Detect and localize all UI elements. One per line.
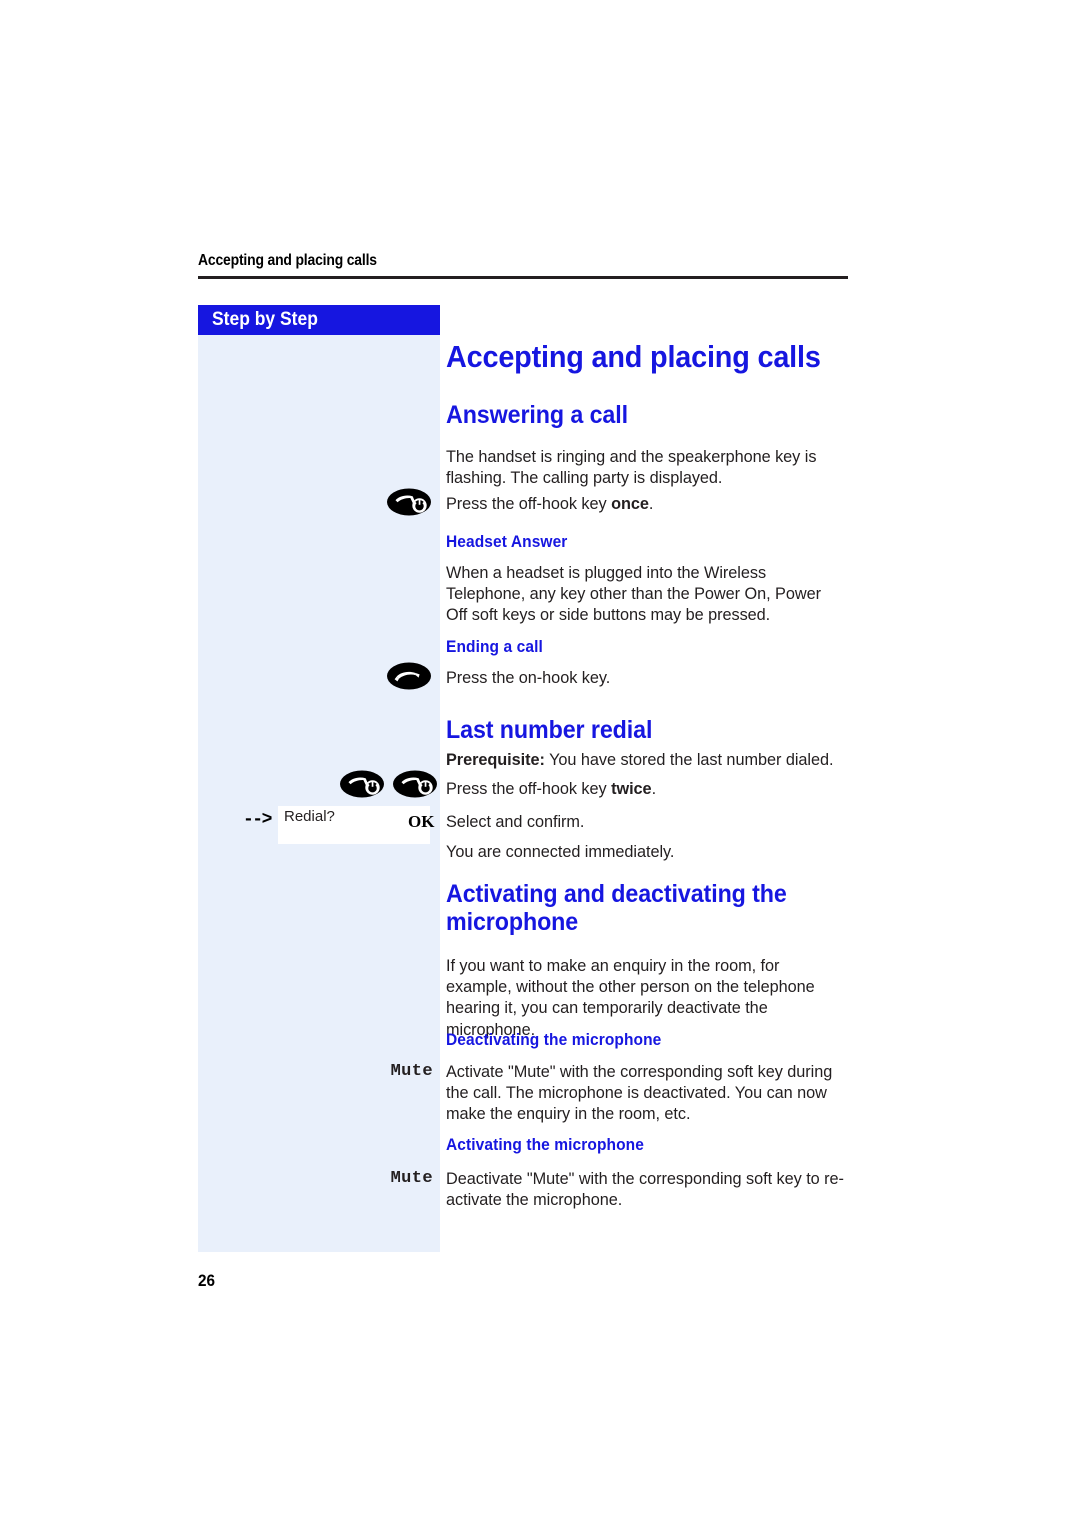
document-page: Accepting and placing calls Step by Step… <box>0 0 1080 1528</box>
subheading-headset-answer: Headset Answer <box>446 533 568 551</box>
off-hook-key-icon <box>392 769 438 799</box>
step-activate-mute: Activate "Mute" with the corresponding s… <box>446 1063 833 1124</box>
section-heading-last-number-redial: Last number redial <box>446 716 653 744</box>
paragraph-prerequisite: Prerequisite: You have stored the last n… <box>446 750 850 771</box>
header-rule <box>198 276 848 279</box>
page-title: Accepting and placing calls <box>446 339 821 374</box>
subheading-ending-a-call: Ending a call <box>446 638 543 656</box>
step-text-before: Press the off-hook key <box>446 780 612 798</box>
softkey-mute-label[interactable]: Mute <box>320 1062 433 1081</box>
running-header-text: Accepting and placing calls <box>198 252 377 269</box>
paragraph-connected-immediately: You are connected immediately. <box>446 843 675 861</box>
section-heading-microphone-line2: microphone <box>446 908 579 936</box>
step-text-emphasis: twice <box>611 780 652 798</box>
softkey-ok-label[interactable]: OK <box>408 812 434 832</box>
page-number: 26 <box>198 1271 216 1290</box>
section-heading-microphone-line1: Activating and deactivating the <box>446 880 787 908</box>
on-hook-key-icon <box>386 661 432 691</box>
section-heading-microphone: Activating and deactivating the micropho… <box>446 880 829 936</box>
step-deactivate-mute: Deactivate "Mute" with the corresponding… <box>446 1170 844 1210</box>
step-press-onhook: Press the on-hook key. <box>446 669 611 687</box>
section-heading-answering-a-call: Answering a call <box>446 401 629 429</box>
paragraph-headset-answer: When a headset is plugged into the Wirel… <box>446 564 821 625</box>
step-text-before: Press the off-hook key <box>446 495 612 513</box>
off-hook-key-icon <box>386 487 432 517</box>
scroll-arrow-icon: --> <box>243 810 272 830</box>
step-press-offhook-twice: Press the off-hook key twice. <box>446 779 844 800</box>
prerequisite-text: You have stored the last number dialed. <box>544 751 834 769</box>
step-text-after: . <box>648 495 654 513</box>
phone-display-value: Redial? <box>284 808 335 825</box>
off-hook-key-icon <box>339 769 385 799</box>
paragraph-handset-ringing: The handset is ringing and the speakerph… <box>446 448 817 488</box>
step-select-and-confirm: Select and confirm. <box>446 813 585 831</box>
running-header: Accepting and placing calls <box>198 252 848 270</box>
subheading-activating-the-microphone: Activating the microphone <box>446 1136 644 1154</box>
softkey-mute-label[interactable]: Mute <box>320 1169 433 1188</box>
sidebar-banner-label: Step by Step <box>212 309 318 330</box>
subheading-deactivating-the-microphone: Deactivating the microphone <box>446 1031 662 1049</box>
step-text-after: . <box>651 780 657 798</box>
step-press-offhook-once: Press the off-hook key once. <box>446 494 844 515</box>
prerequisite-label: Prerequisite: <box>446 751 545 769</box>
paragraph-microphone-intro: If you want to make an enquiry in the ro… <box>446 957 815 1039</box>
step-text-emphasis: once <box>611 495 649 513</box>
